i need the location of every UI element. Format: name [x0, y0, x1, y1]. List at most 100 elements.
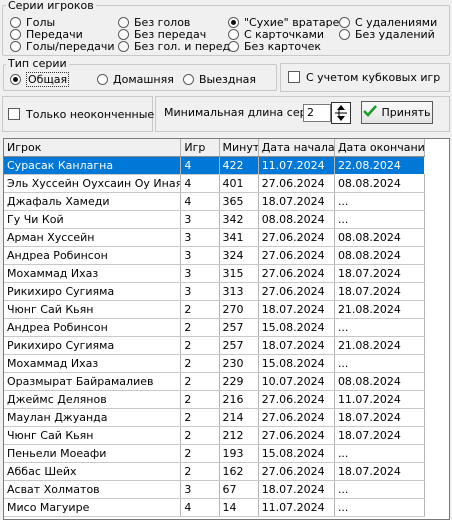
table-row[interactable]: Рикихиро Сугияма 2 257 18.07.2024 21.08.2024 — [4, 336, 426, 355]
end-date-cell: 21.08.2024 — [334, 336, 426, 355]
table-row[interactable]: Джеймс Делянов 2 216 27.06.2024 11.07.2024 — [4, 390, 426, 409]
table-row[interactable]: Чюнг Сай Кьян 2 212 27.06.2024 18.07.2024 — [4, 426, 426, 445]
column-header-start-date[interactable]: Дата начала — [258, 139, 335, 157]
table-row[interactable]: Сурасак Канлагна 4 422 11.07.2024 22.08.2024 — [4, 156, 426, 175]
table-body: Сурасак Канлагна 4 422 11.07.2024 22.08.2024… — [4, 156, 426, 517]
player-cell: Эль Хуссейн Оухсаин Оу Инаятт — [4, 174, 182, 193]
accept-button[interactable]: Принять — [361, 101, 433, 124]
table-row[interactable]: Андреа Робинсон 3 324 27.06.2024 08.08.2024 — [4, 246, 426, 265]
minutes-cell: 214 — [219, 408, 259, 427]
radio-no-goals-assists[interactable]: Без гол. и перед. — [118, 39, 234, 53]
end-date-cell: 18.07.2024 — [334, 462, 426, 481]
games-cell: 3 — [180, 282, 220, 301]
table-row[interactable]: Мохаммад Ихаз 2 230 15.08.2024... — [4, 354, 426, 373]
table-row[interactable]: Чюнг Сай Кьян 2 270 18.07.2024 21.08.2024 — [4, 300, 426, 319]
table-row[interactable]: Мисо Магуире 4 14 11.07.2024... — [4, 498, 426, 517]
radio-no-cards[interactable]: Без карточек — [228, 39, 321, 53]
radio-goals-assists[interactable]: Голы/передачи — [10, 39, 115, 53]
games-cell: 3 — [180, 264, 220, 283]
minutes-cell: 212 — [219, 426, 259, 445]
minutes-cell: 257 — [219, 318, 259, 337]
minutes-cell: 193 — [219, 444, 259, 463]
column-header-minutes[interactable]: Минут — [219, 139, 259, 157]
start-date-cell: 27.06.2024 — [258, 246, 335, 265]
end-date-cell: ... — [334, 192, 426, 211]
start-date-cell: 11.07.2024 — [258, 498, 335, 517]
table-row[interactable]: Оразмырат Байрамалиев 2 229 10.07.2024 08.08… — [4, 372, 426, 391]
player-cell: Мохаммад Ихаз — [4, 264, 182, 283]
radio-home[interactable]: Домашняя — [97, 72, 174, 86]
minutes-cell: 365 — [219, 192, 259, 211]
start-date-cell: 27.06.2024 — [258, 282, 335, 301]
radio-no-sendoffs[interactable]: Без удалений — [339, 27, 435, 41]
player-cell: Рикихиро Сугияма — [4, 282, 182, 301]
radio-label: Без удалений — [355, 27, 435, 41]
games-cell: 2 — [180, 354, 220, 373]
games-cell: 2 — [180, 444, 220, 463]
minutes-cell: 257 — [219, 336, 259, 355]
minutes-cell: 401 — [219, 174, 259, 193]
minutes-cell: 162 — [219, 462, 259, 481]
table-row[interactable]: Асват Холматов 3 67 18.07.2024... — [4, 480, 426, 499]
games-cell: 2 — [180, 336, 220, 355]
minutes-cell: 341 — [219, 228, 259, 247]
table-row[interactable]: Мохаммад Ихаз 3 315 27.06.2024 18.07.2024 — [4, 264, 426, 283]
player-cell: Асват Холматов — [4, 480, 182, 499]
start-date-cell: 18.07.2024 — [258, 480, 335, 499]
table-row[interactable]: Аббас Шейх 2 162 27.06.2024 18.07.2024 — [4, 462, 426, 481]
radio-circle — [10, 16, 21, 28]
checkbox-box — [8, 108, 20, 120]
column-header-games[interactable]: Игр — [180, 139, 220, 157]
start-date-cell: 27.06.2024 — [258, 264, 335, 283]
min-length-input[interactable]: 2 — [303, 104, 331, 122]
results-grid[interactable]: Игрок Игр Минут Дата начала Дата окончан… — [3, 138, 450, 520]
table-row[interactable]: Андреа Робинсон 2 257 15.08.2024... — [4, 318, 426, 337]
player-cell: Аббас Шейх — [4, 462, 182, 481]
table-row[interactable]: Рикихиро Сугияма 3 313 27.06.2024 18.07.2024 — [4, 282, 426, 301]
spin-arrows-icon[interactable] — [331, 102, 351, 124]
radio-circle-selected — [10, 73, 21, 85]
start-date-cell: 15.08.2024 — [258, 354, 335, 373]
player-cell: Андреа Робинсон — [4, 318, 182, 337]
minutes-cell: 270 — [219, 300, 259, 319]
games-cell: 2 — [180, 390, 220, 409]
player-cell: Мисо Магуире — [4, 498, 182, 517]
start-date-cell: 27.06.2024 — [258, 426, 335, 445]
column-header-end-date[interactable]: Дата окончания — [334, 139, 426, 157]
radio-away[interactable]: Выездная — [183, 72, 256, 86]
checkmark-icon — [363, 105, 378, 120]
column-header-player[interactable]: Игрок — [4, 139, 182, 157]
end-date-cell: 22.08.2024 — [333, 156, 426, 175]
start-date-cell: 18.07.2024 — [258, 336, 335, 355]
radio-circle — [228, 28, 239, 40]
table-row[interactable]: Пеньели Моеафи 2 193 15.08.2024... — [4, 444, 426, 463]
player-cell: Чюнг Сай Кьян — [4, 300, 182, 319]
end-date-cell: 18.07.2024 — [334, 408, 426, 427]
games-cell: 2 — [180, 300, 220, 319]
games-cell: 2 — [180, 408, 220, 427]
radio-circle — [339, 28, 350, 40]
player-cell: Мохаммад Ихаз — [4, 354, 182, 373]
minutes-cell: 14 — [219, 498, 259, 517]
radio-circle — [118, 16, 129, 28]
radio-label: Общая — [26, 71, 70, 87]
table-row[interactable]: Гу Чи Кой 3 342 08.08.2024... — [4, 210, 426, 229]
games-cell: 2 — [180, 462, 220, 481]
checkbox-label: Только неоконченные — [26, 107, 155, 121]
games-cell: 3 — [180, 246, 220, 265]
header-row: Игрок Игр Минут Дата начала Дата окончан… — [4, 139, 426, 157]
end-date-cell: 18.07.2024 — [334, 282, 426, 301]
radio-label: Без карточек — [244, 39, 322, 53]
table-row[interactable]: Маулан Джуанда 2 214 27.06.2024 18.07.2024 — [4, 408, 426, 427]
table-row[interactable]: Арман Хуссейн 3 341 27.06.2024 08.08.2024 — [4, 228, 426, 247]
games-cell: 4 — [180, 498, 220, 517]
unfinished-only-checkbox[interactable]: Только неоконченные — [8, 107, 154, 121]
radio-circle — [339, 16, 350, 28]
radio-circle-selected — [228, 16, 239, 28]
player-cell: Арман Хуссейн — [4, 228, 182, 247]
radio-overall[interactable]: Общая — [10, 71, 70, 87]
radio-label: Выездная — [199, 72, 257, 86]
table-row[interactable]: Джафаль Хамеди 4 365 18.07.2024... — [4, 192, 426, 211]
cup-games-checkbox[interactable]: С учетом кубковых игр — [288, 70, 440, 84]
table-row[interactable]: Эль Хуссейн Оухсаин Оу Инаятт 4 401 27.06.2… — [4, 174, 426, 193]
